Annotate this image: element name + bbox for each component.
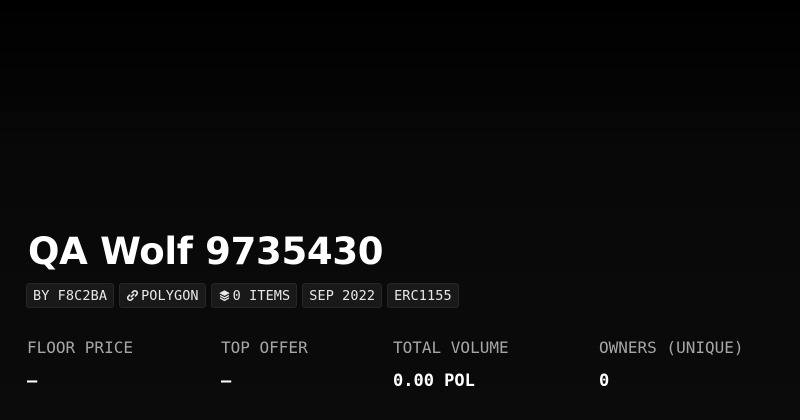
collection-title: QA Wolf 9735430: [28, 230, 384, 273]
chain-chip[interactable]: POLYGON: [119, 283, 206, 308]
collection-stats: FLOOR PRICE — TOP OFFER — TOTAL VOLUME 0…: [0, 338, 800, 398]
floor-price-stat: FLOOR PRICE —: [27, 338, 133, 392]
collection-meta-chips: BY F8C2BA POLYGON 0 ITEMS SEP 2022 ERC11…: [26, 283, 459, 308]
total-volume-stat: TOTAL VOLUME 0.00 POL: [393, 338, 509, 392]
creator-chip-label: BY F8C2BA: [33, 287, 108, 304]
owners-label: OWNERS (UNIQUE): [599, 338, 744, 357]
floor-price-value: —: [27, 371, 38, 391]
collection-card: QA Wolf 9735430 BY F8C2BA POLYGON 0 ITEM…: [0, 0, 800, 420]
total-volume-label: TOTAL VOLUME: [393, 338, 509, 357]
owners-value: 0: [599, 371, 610, 391]
owners-stat: OWNERS (UNIQUE) 0: [599, 338, 744, 392]
chain-chip-label: POLYGON: [141, 287, 199, 304]
top-offer-stat: TOP OFFER —: [221, 338, 308, 392]
layers-icon: [218, 289, 231, 302]
total-volume-value: 0.00 POL: [393, 371, 475, 391]
top-offer-label: TOP OFFER: [221, 338, 308, 357]
items-chip[interactable]: 0 ITEMS: [210, 283, 298, 308]
creator-chip[interactable]: BY F8C2BA: [26, 283, 115, 308]
floor-price-label: FLOOR PRICE: [27, 338, 133, 357]
date-chip: SEP 2022: [302, 283, 383, 308]
top-offer-value: —: [221, 371, 232, 391]
token-standard-chip: ERC1155: [387, 283, 459, 308]
token-standard-chip-label: ERC1155: [394, 287, 452, 304]
link-icon: [126, 289, 139, 302]
date-chip-label: SEP 2022: [309, 287, 376, 304]
items-chip-label: 0 ITEMS: [232, 287, 291, 304]
